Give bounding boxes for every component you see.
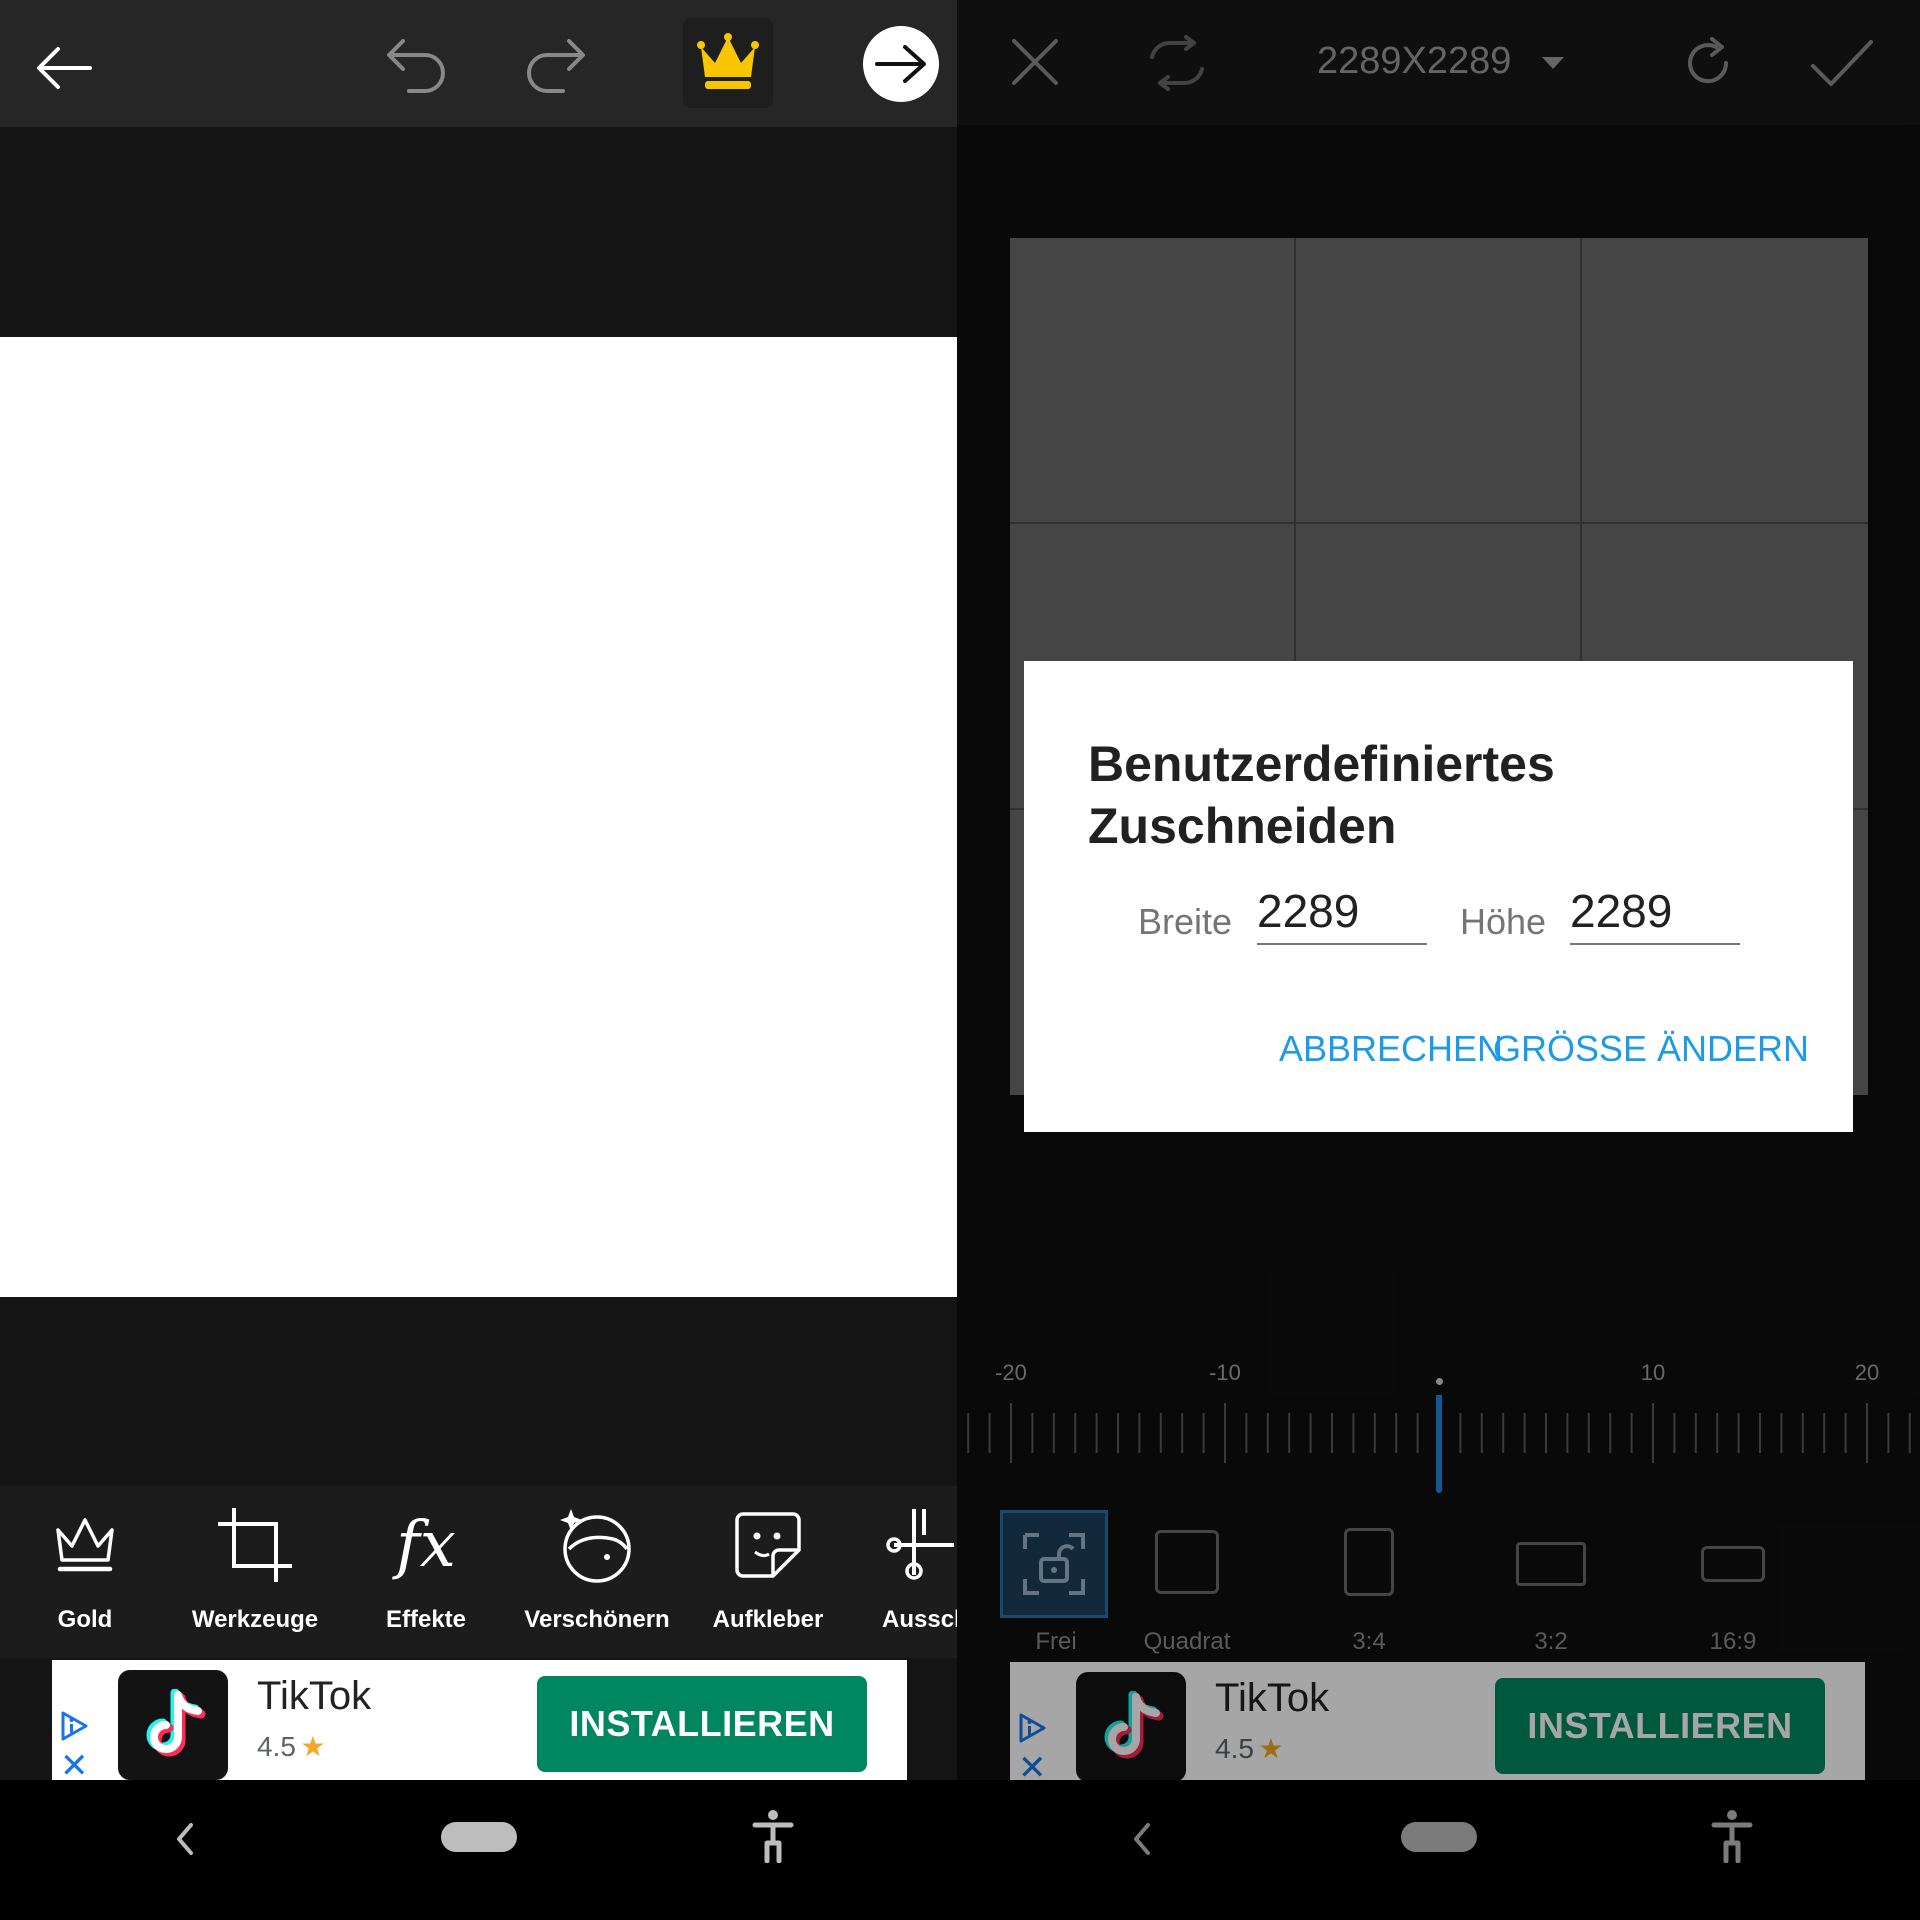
tiktok-logo-icon bbox=[118, 1670, 228, 1780]
tool-aufkleber[interactable]: Aufkleber bbox=[683, 1500, 853, 1650]
resize-button[interactable]: GRÖSSE ÄNDERN bbox=[1493, 1028, 1809, 1070]
editor-screen: Gold Werkzeuge fx Effekte Verschönern Au… bbox=[0, 0, 957, 1920]
width-input[interactable]: 2289 bbox=[1257, 883, 1427, 945]
ad-rating: 4.5 bbox=[257, 1731, 296, 1762]
cutout-icon bbox=[879, 1500, 957, 1590]
tool-werkzeuge[interactable]: Werkzeuge bbox=[170, 1500, 340, 1650]
width-label: Breite bbox=[1138, 901, 1233, 942]
crop-icon bbox=[210, 1500, 300, 1590]
tool-ausschneiden[interactable]: Aussch bbox=[854, 1500, 957, 1650]
undo-icon[interactable] bbox=[378, 30, 454, 100]
tool-label: Gold bbox=[57, 1606, 113, 1633]
tool-gold[interactable]: Gold bbox=[0, 1500, 170, 1650]
tool-label: Effekte bbox=[385, 1606, 467, 1633]
ad-app-name: TikTok bbox=[257, 1674, 372, 1718]
nav-home-pill[interactable] bbox=[441, 1822, 517, 1852]
height-input[interactable]: 2289 bbox=[1570, 883, 1740, 945]
sticker-icon bbox=[723, 1500, 813, 1590]
tool-label: Werkzeuge bbox=[191, 1606, 319, 1633]
image-canvas[interactable] bbox=[0, 337, 957, 1297]
fx-icon: fx bbox=[381, 1500, 471, 1590]
install-button[interactable]: INSTALLIEREN bbox=[537, 1676, 867, 1772]
tool-label: Aufkleber bbox=[712, 1606, 824, 1633]
next-arrow-button[interactable] bbox=[863, 26, 939, 102]
custom-crop-dialog: Benutzerdefiniertes Zuschneiden Breite 2… bbox=[1024, 661, 1853, 1132]
height-label: Höhe bbox=[1460, 901, 1547, 942]
premium-crown-icon[interactable] bbox=[683, 18, 773, 108]
arrow-right-icon bbox=[875, 45, 926, 83]
system-nav-bar bbox=[0, 1780, 957, 1920]
ad-banner[interactable]: ✕ TikTok 4.5 ★ INSTALLIEREN bbox=[52, 1660, 907, 1788]
face-sparkle-icon bbox=[552, 1500, 642, 1590]
fx-glyph: fx bbox=[396, 1508, 456, 1582]
crop-screen: 2289X2289 -20 -10 10 20 Frei Quadrat 3:4… bbox=[957, 0, 1920, 1920]
ad-rating-row: 4.5 ★ bbox=[257, 1730, 326, 1763]
crown-outline-icon bbox=[40, 1500, 130, 1590]
dialog-title: Benutzerdefiniertes Zuschneiden bbox=[1088, 736, 1555, 854]
tool-label: Aussch bbox=[882, 1606, 957, 1633]
ad-choices-icon[interactable] bbox=[58, 1710, 90, 1742]
accessibility-icon[interactable] bbox=[748, 1806, 798, 1866]
nav-back-icon[interactable] bbox=[160, 1814, 210, 1864]
editor-top-bar bbox=[0, 0, 957, 127]
tool-label: Verschönern bbox=[524, 1606, 670, 1633]
tool-verschoenern[interactable]: Verschönern bbox=[512, 1500, 682, 1650]
back-arrow-icon[interactable] bbox=[26, 30, 102, 106]
cancel-button[interactable]: ABBRECHEN bbox=[1279, 1028, 1503, 1070]
redo-icon[interactable] bbox=[518, 30, 594, 100]
tool-effekte[interactable]: fx Effekte bbox=[341, 1500, 511, 1650]
star-icon: ★ bbox=[300, 1731, 326, 1762]
